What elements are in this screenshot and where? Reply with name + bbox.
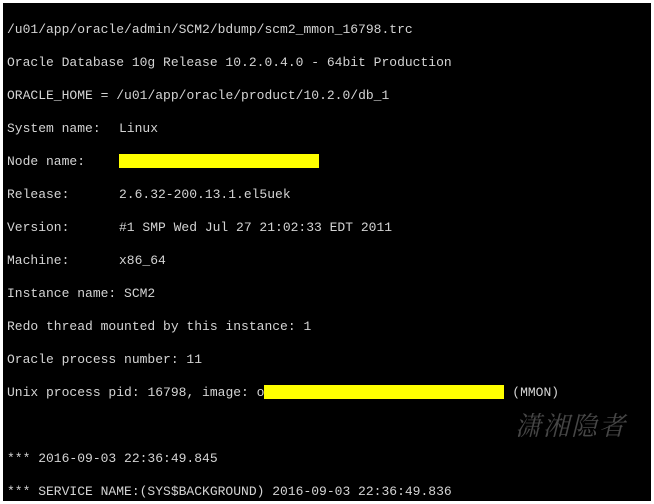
system-name: System name:Linux [7, 121, 647, 138]
redaction-block [264, 385, 504, 399]
oracle-home: ORACLE_HOME = /u01/app/oracle/product/10… [7, 88, 647, 105]
instance-name-label: Instance name: [7, 286, 116, 301]
redo-thread: Redo thread mounted by this instance: 1 [7, 319, 647, 336]
node-name: Node name: [7, 154, 647, 171]
instance-name: Instance name: SCM2 [7, 286, 647, 303]
release-value: 2.6.32-200.13.1.el5uek [119, 187, 291, 202]
version-label: Version: [7, 220, 119, 237]
trace-file-path: /u01/app/oracle/admin/SCM2/bdump/scm2_mm… [7, 22, 647, 39]
machine-label: Machine: [7, 253, 119, 270]
terminal-output: /u01/app/oracle/admin/SCM2/bdump/scm2_mm… [3, 3, 651, 501]
machine: Machine:x86_64 [7, 253, 647, 270]
system-name-value: Linux [119, 121, 158, 136]
oracle-home-value: /u01/app/oracle/product/10.2.0/db_1 [116, 88, 389, 103]
oracle-home-label: ORACLE_HOME = [7, 88, 108, 103]
version: Version:#1 SMP Wed Jul 27 21:02:33 EDT 2… [7, 220, 647, 237]
machine-value: x86_64 [119, 253, 166, 268]
node-name-label: Node name: [7, 154, 119, 171]
instance-name-value: SCM2 [124, 286, 155, 301]
redaction-block [119, 154, 319, 168]
release: Release:2.6.32-200.13.1.el5uek [7, 187, 647, 204]
blank-line [7, 418, 647, 435]
timestamp: *** 2016-09-03 22:36:49.845 [7, 451, 647, 468]
unix-pid-value: 16798, image: o [147, 385, 264, 400]
unix-pid-suffix: (MMON) [504, 385, 559, 400]
unix-process: Unix process pid: 16798, image: o (MMON) [7, 385, 647, 402]
unix-pid-label: Unix process pid: [7, 385, 140, 400]
release-label: Release: [7, 187, 119, 204]
frame: /u01/app/oracle/admin/SCM2/bdump/scm2_mm… [0, 0, 654, 504]
db-version: Oracle Database 10g Release 10.2.0.4.0 -… [7, 55, 647, 72]
oracle-process: Oracle process number: 11 [7, 352, 647, 369]
service-name: *** SERVICE NAME:(SYS$BACKGROUND) 2016-0… [7, 484, 647, 501]
system-name-label: System name: [7, 121, 119, 138]
version-value: #1 SMP Wed Jul 27 21:02:33 EDT 2011 [119, 220, 392, 235]
